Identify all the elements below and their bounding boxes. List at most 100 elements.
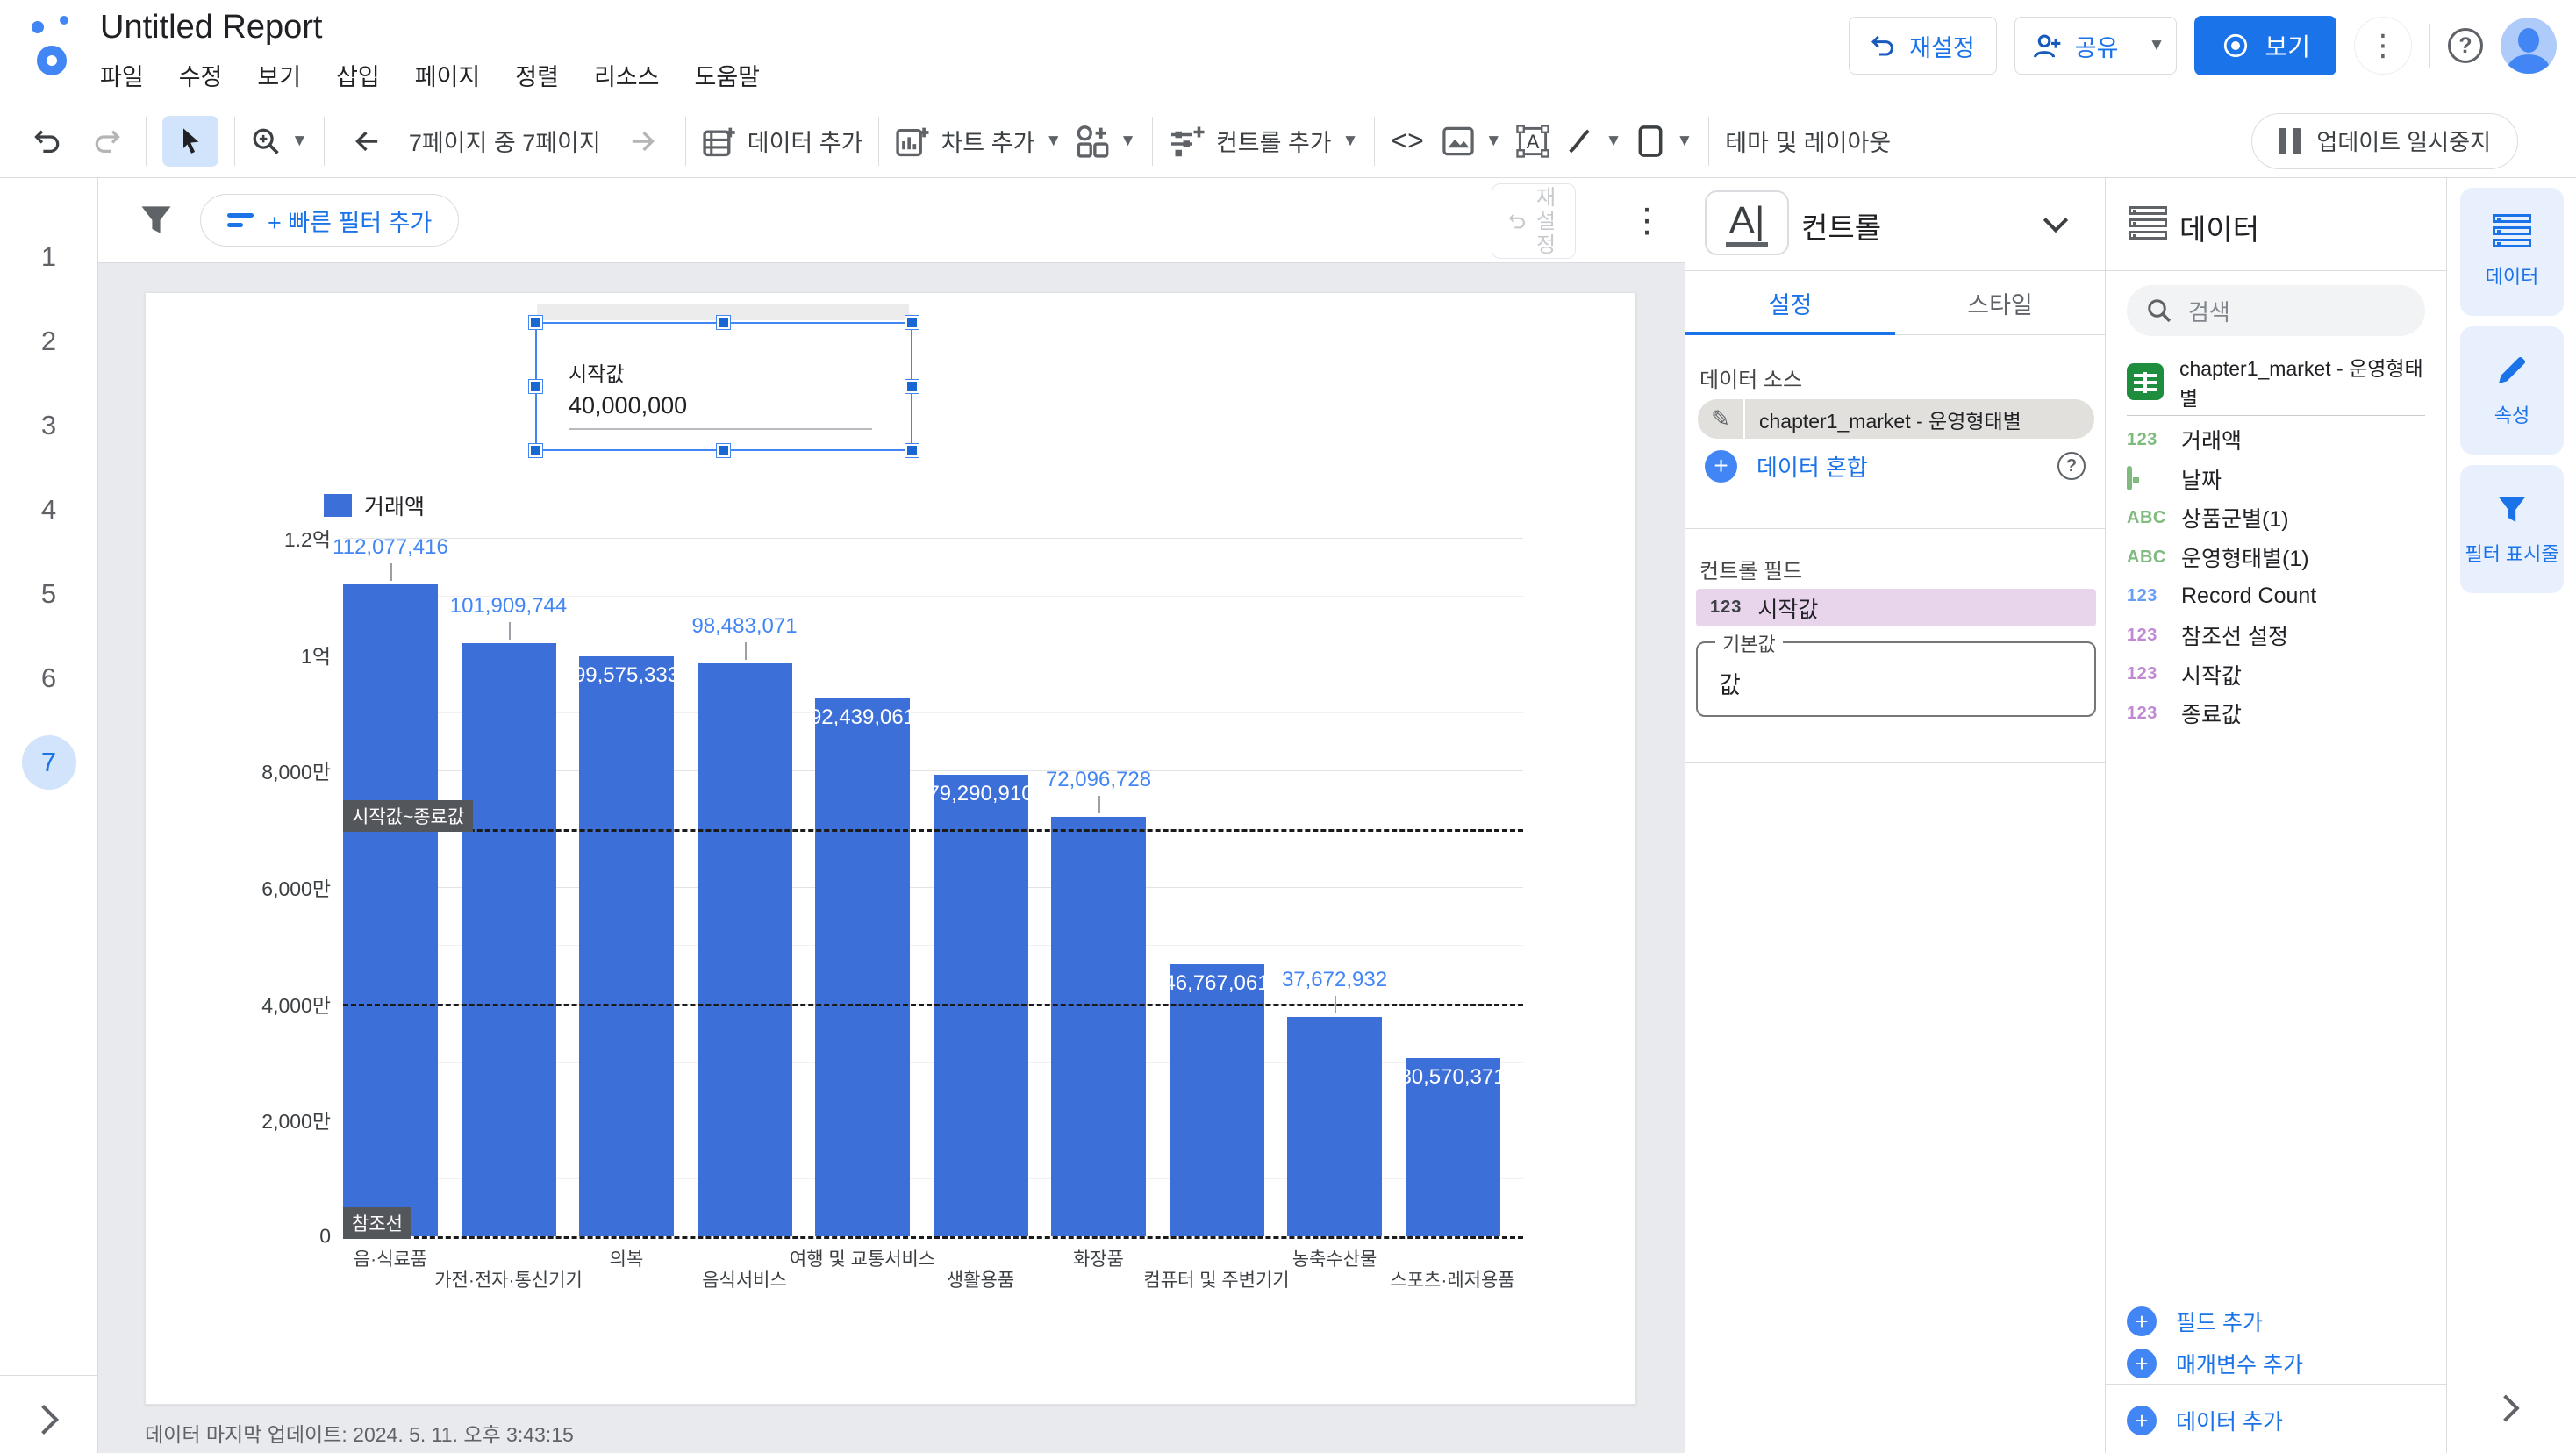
add-data-button[interactable]: 데이터 추가 xyxy=(702,124,862,158)
add-chart-button[interactable]: 차트 추가 ▼ xyxy=(895,124,1062,158)
bar-화장품[interactable] xyxy=(1051,816,1146,1236)
control-field-chip[interactable]: 123 시작값 xyxy=(1696,589,2096,626)
select-cursor-tool[interactable] xyxy=(162,115,218,167)
menu-보기[interactable]: 보기 xyxy=(257,58,301,92)
field-참조선 설정[interactable]: 123 참조선 설정 xyxy=(2106,616,2446,655)
looker-studio-logo-icon[interactable] xyxy=(30,14,84,88)
toolbar: ▼ 7페이지 중 7페이지 데이터 추가 차트 추가 ▼ ▼ 컨트롤 추가 ▼ … xyxy=(0,104,2576,178)
field-Record Count[interactable]: 123 Record Count xyxy=(2106,576,2446,616)
add-control-button[interactable]: 컨트롤 추가 ▼ xyxy=(1169,124,1359,159)
field-종료값[interactable]: 123 종료값 xyxy=(2106,694,2446,734)
page-thumb-2[interactable]: 2 xyxy=(7,299,91,383)
page-thumb-3[interactable]: 3 xyxy=(7,383,91,468)
more-options-kebab-icon[interactable]: ⋮ xyxy=(2354,17,2412,75)
add-chart-dropdown-icon[interactable]: ▼ xyxy=(1045,132,1062,151)
menu-페이지[interactable]: 페이지 xyxy=(415,58,481,92)
share-button[interactable]: 공유 ▼ xyxy=(2014,17,2178,75)
edit-pencil-icon[interactable]: ✎ xyxy=(1698,399,1745,439)
add-parameter-button[interactable]: + 매개변수 추가 xyxy=(2127,1348,2303,1379)
menu-정렬[interactable]: 정렬 xyxy=(515,58,559,92)
help-icon[interactable]: ? xyxy=(2448,28,2483,63)
blend-help-icon[interactable]: ? xyxy=(2057,452,2086,480)
header-actions: 재설정 공유 ▼ 보기 ⋮ ? xyxy=(1849,16,2557,75)
view-button[interactable]: 보기 xyxy=(2194,16,2336,75)
page-thumb-6[interactable]: 6 xyxy=(7,636,91,720)
redo-button[interactable] xyxy=(82,116,130,167)
filter-reset-button[interactable]: 재설정 xyxy=(1492,183,1576,259)
bar-가전·전자·통신기기[interactable] xyxy=(461,642,556,1236)
add-quick-filter-button[interactable]: + 빠른 필터 추가 xyxy=(200,194,460,247)
add-data-button-bottom[interactable]: + 데이터 추가 xyxy=(2127,1405,2283,1436)
side-rail-properties[interactable]: 속성 xyxy=(2460,326,2564,455)
line-dropdown-icon[interactable]: ▼ xyxy=(1606,132,1622,151)
page-thumb-5[interactable]: 5 xyxy=(7,552,91,636)
plus-icon: + xyxy=(2127,1306,2157,1336)
field-상품군별(1)[interactable]: ABC 상품군별(1) xyxy=(2106,498,2446,538)
image-dropdown-icon[interactable]: ▼ xyxy=(1485,132,1502,151)
collapse-panel-chevron-icon[interactable] xyxy=(2492,1394,2520,1422)
share-dropdown-arrow[interactable]: ▼ xyxy=(2136,18,2176,74)
data-source-row[interactable]: chapter1_market - 운영형태별 xyxy=(2127,357,2425,410)
zoom-tool[interactable]: ▼ xyxy=(251,126,308,156)
field-type-icon: 123 xyxy=(2127,664,2157,684)
tab-settings[interactable]: 설정 xyxy=(1685,271,1895,334)
pause-updates-button[interactable]: 업데이트 일시중지 xyxy=(2251,112,2518,169)
add-control-dropdown-icon[interactable]: ▼ xyxy=(1342,132,1359,151)
person-add-icon xyxy=(2033,34,2061,58)
filter-bar-kebab-icon[interactable]: ⋮ xyxy=(1629,192,1664,248)
bar-농축수산물[interactable] xyxy=(1287,1017,1382,1236)
control-type-icon[interactable]: A| xyxy=(1705,190,1789,255)
blend-data-plus-icon[interactable]: + xyxy=(1705,449,1737,483)
embed-url-button[interactable]: <> xyxy=(1391,125,1423,157)
add-shape-button[interactable]: ▼ xyxy=(1635,125,1692,158)
field-search-box[interactable]: 검색 xyxy=(2127,285,2425,336)
rail-divider xyxy=(0,1375,97,1376)
user-avatar[interactable] xyxy=(2501,18,2557,74)
menu-수정[interactable]: 수정 xyxy=(179,58,223,92)
menu-리소스[interactable]: 리소스 xyxy=(594,58,660,92)
expand-page-panel-icon[interactable] xyxy=(29,1405,59,1435)
add-text-button[interactable]: A xyxy=(1515,124,1549,158)
field-거래액[interactable]: 123 거래액 xyxy=(2106,420,2446,460)
undo-button[interactable] xyxy=(25,116,72,167)
chevron-down-icon[interactable] xyxy=(2043,207,2069,233)
add-image-button[interactable]: ▼ xyxy=(1442,125,1502,157)
default-value-input[interactable]: 값 xyxy=(1719,666,1741,700)
blend-data-link[interactable]: 데이터 혼합 xyxy=(1757,450,2038,483)
bar-chart[interactable]: 거래액 0 2,000만 4,000만 6,000만 8,000만 1억 1.2억 112,0… xyxy=(146,293,1635,1404)
page-indicator[interactable]: 7페이지 중 7페이지 xyxy=(409,124,601,158)
reset-button[interactable]: 재설정 xyxy=(1849,17,1997,75)
community-viz-dropdown-icon[interactable]: ▼ xyxy=(1120,132,1136,151)
menu-도움말[interactable]: 도움말 xyxy=(695,58,761,92)
report-canvas[interactable]: + 빠른 필터 추가 재설정 ⋮ 시작값 40,000,000 거래액 0 2,… xyxy=(98,178,1685,1453)
default-value-field[interactable]: 기본값 값 xyxy=(1696,629,2096,717)
shape-dropdown-icon[interactable]: ▼ xyxy=(1676,132,1692,151)
field-시작값[interactable]: 123 시작값 xyxy=(2106,655,2446,695)
bar-음·식료품[interactable] xyxy=(343,583,438,1236)
field-운영형태별(1)[interactable]: ABC 운영형태별(1) xyxy=(2106,538,2446,577)
theme-layout-button[interactable]: 테마 및 레이아웃 xyxy=(1725,124,1891,158)
side-rail-filter-bar[interactable]: 필터 표시줄 xyxy=(2460,465,2564,593)
page-thumb-1[interactable]: 1 xyxy=(7,215,91,299)
bar-여행 및 교통서비스[interactable] xyxy=(815,698,910,1236)
report-title[interactable]: Untitled Report xyxy=(100,9,322,47)
reference-line xyxy=(343,1236,1523,1239)
menu-삽입[interactable]: 삽입 xyxy=(336,58,380,92)
zoom-dropdown-icon[interactable]: ▼ xyxy=(291,132,308,151)
side-rail-data[interactable]: 데이터 xyxy=(2460,188,2564,316)
add-field-button[interactable]: + 필드 추가 xyxy=(2127,1306,2263,1337)
tab-style[interactable]: 스타일 xyxy=(1895,271,2105,334)
next-page-button[interactable] xyxy=(620,116,669,167)
community-visualizations-button[interactable]: ▼ xyxy=(1074,124,1136,159)
menu-파일[interactable]: 파일 xyxy=(100,58,144,92)
properties-tabs: 설정 스타일 xyxy=(1685,271,2105,335)
add-line-button[interactable]: ▼ xyxy=(1563,125,1622,157)
report-page[interactable]: 시작값 40,000,000 거래액 0 2,000만 4,000만 6,000만 8,… xyxy=(145,292,1636,1405)
data-source-chip[interactable]: ✎ chapter1_market - 운영형태별 xyxy=(1698,399,2094,439)
page-thumb-7[interactable]: 7 xyxy=(7,720,91,805)
field-날짜[interactable]: 날짜 xyxy=(2106,460,2446,499)
previous-page-button[interactable] xyxy=(340,116,390,167)
page-thumb-4[interactable]: 4 xyxy=(7,468,91,552)
bar-음식서비스[interactable] xyxy=(697,662,792,1236)
bar-의복[interactable] xyxy=(579,656,674,1236)
